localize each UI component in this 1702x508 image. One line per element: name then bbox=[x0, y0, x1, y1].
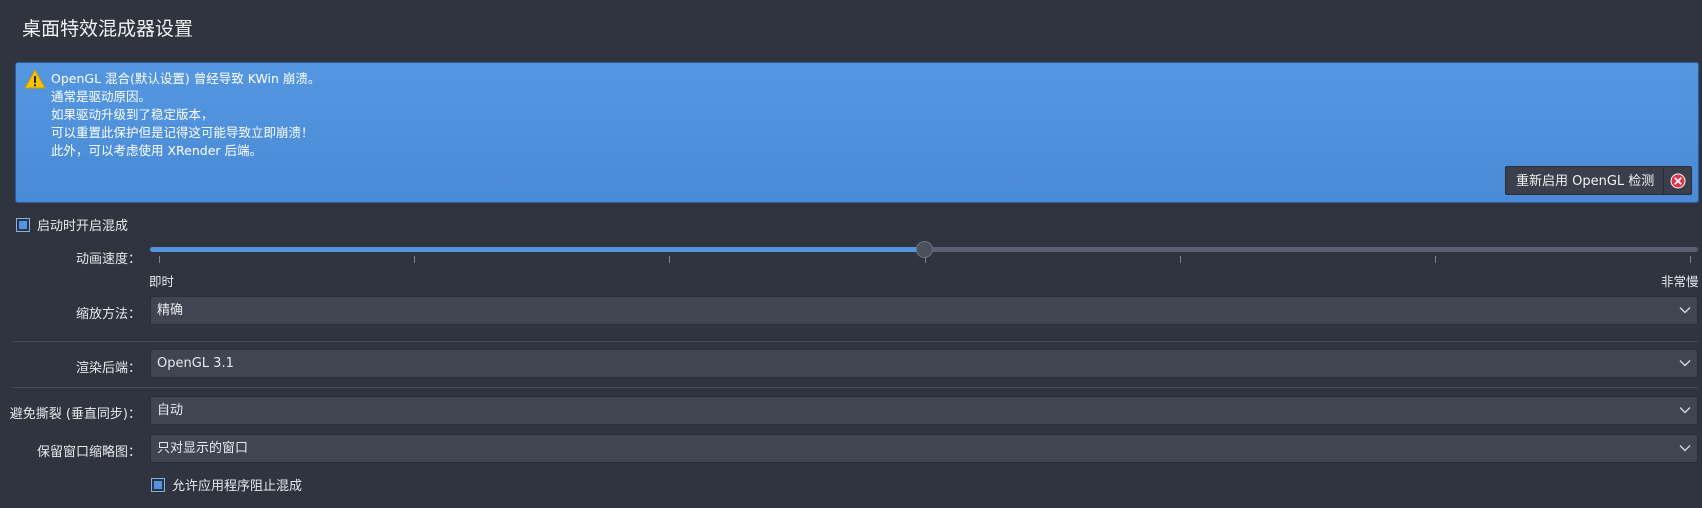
rendering-backend-select[interactable]: OpenGL 3.1 bbox=[150, 349, 1698, 378]
tearing-prevention-select[interactable]: 自动 bbox=[150, 396, 1698, 425]
slider-tick bbox=[669, 256, 671, 263]
enable-on-startup-checkbox[interactable] bbox=[16, 217, 30, 232]
scale-method-label: 缩放方法： bbox=[75, 307, 141, 322]
warning-line: OpenGL 混合(默认设置) 曾经导致 KWin 崩溃。 bbox=[51, 71, 321, 86]
close-banner-button[interactable] bbox=[1663, 166, 1692, 195]
tearing-prevention-label: 避免撕裂 (垂直同步)： bbox=[9, 407, 141, 422]
chevron-down-icon bbox=[1679, 360, 1691, 367]
enable-on-startup-label: 启动时开启混成 bbox=[37, 219, 129, 234]
chevron-down-icon bbox=[1679, 407, 1691, 414]
slider-fill bbox=[150, 247, 924, 252]
divider bbox=[13, 387, 1698, 388]
scale-method-select[interactable]: 精确 bbox=[150, 296, 1698, 325]
slider-min-label: 即时 bbox=[149, 274, 175, 289]
opengl-warning-banner: OpenGL 混合(默认设置) 曾经导致 KWin 崩溃。 通常是驱动原因。 如… bbox=[15, 62, 1699, 203]
enable-on-startup-row[interactable]: 启动时开启混成 bbox=[16, 215, 128, 234]
allow-block-row[interactable]: 允许应用程序阻止混成 bbox=[151, 475, 302, 494]
allow-block-checkbox[interactable] bbox=[151, 477, 165, 492]
chevron-down-icon bbox=[1679, 445, 1691, 452]
slider-handle[interactable] bbox=[915, 241, 933, 258]
allow-block-label: 允许应用程序阻止混成 bbox=[172, 479, 303, 494]
compositor-settings-page: 桌面特效混成器设置 OpenGL 混合(默认设置) 曾经导致 KWin 崩溃。 … bbox=[0, 0, 1702, 508]
slider-tick bbox=[1179, 256, 1181, 263]
scale-method-value: 精确 bbox=[157, 303, 184, 318]
warning-line: 如果驱动升级到了稳定版本， bbox=[51, 107, 214, 122]
slider-tick bbox=[1434, 256, 1436, 263]
animation-speed-label: 动画速度： bbox=[75, 252, 141, 267]
keep-thumbnails-value: 只对显示的窗口 bbox=[157, 441, 249, 456]
keep-thumbnails-select[interactable]: 只对显示的窗口 bbox=[150, 434, 1698, 463]
reenable-opengl-detection-button[interactable]: 重新启用 OpenGL 检测 bbox=[1505, 166, 1666, 195]
slider-tick bbox=[1690, 256, 1691, 263]
warning-icon bbox=[24, 69, 46, 89]
tearing-prevention-value: 自动 bbox=[157, 403, 184, 418]
warning-line: 可以重置此保护但是记得这可能导致立即崩溃！ bbox=[51, 125, 314, 140]
page-title: 桌面特效混成器设置 bbox=[22, 18, 194, 40]
rendering-backend-label: 渲染后端： bbox=[75, 361, 141, 376]
slider-max-label: 非常慢 bbox=[1661, 274, 1699, 289]
warning-line: 此外，可以考虑使用 XRender 后端。 bbox=[51, 143, 263, 158]
slider-tick bbox=[414, 256, 416, 263]
chevron-down-icon bbox=[1679, 307, 1691, 314]
keep-thumbnails-label: 保留窗口缩略图： bbox=[36, 445, 141, 460]
slider-tick bbox=[159, 256, 160, 263]
checkbox-check-mark bbox=[154, 480, 162, 489]
divider bbox=[13, 341, 1698, 342]
warning-line: 通常是驱动原因。 bbox=[51, 89, 152, 104]
checkbox-check-mark bbox=[19, 220, 27, 229]
rendering-backend-value: OpenGL 3.1 bbox=[157, 356, 234, 371]
warning-message: OpenGL 混合(默认设置) 曾经导致 KWin 崩溃。 通常是驱动原因。 如… bbox=[51, 70, 320, 160]
close-icon bbox=[1670, 173, 1685, 188]
